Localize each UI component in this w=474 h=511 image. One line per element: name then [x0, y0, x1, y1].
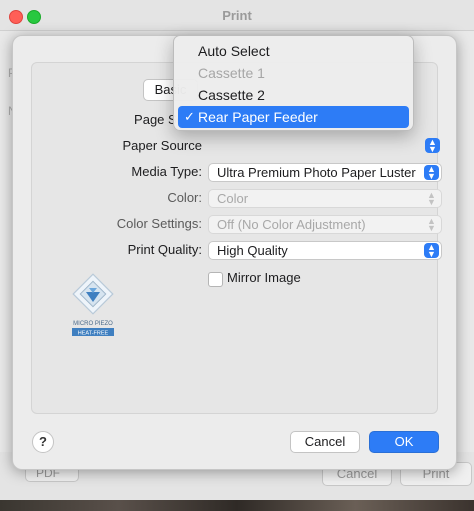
color-settings-value: Off (No Color Adjustment)	[217, 217, 366, 232]
chevron-updown-icon: ▲ ▼	[425, 138, 440, 154]
cancel-button[interactable]: Cancel	[290, 431, 360, 453]
media-type-popup[interactable]: Ultra Premium Photo Paper Luster ▲ ▼	[208, 163, 442, 182]
logo-text-line2: HEAT-FREE	[78, 331, 109, 337]
color-value: Color	[217, 191, 249, 206]
media-type-value: Ultra Premium Photo Paper Luster	[217, 165, 416, 180]
chevron-updown-icon: ▲ ▼	[427, 216, 436, 233]
menu-item-label: Rear Paper Feeder	[198, 109, 318, 125]
menu-item-label: Auto Select	[198, 43, 270, 59]
print-quality-popup[interactable]: High Quality ▲ ▼	[208, 241, 442, 260]
print-quality-value: High Quality	[217, 243, 288, 258]
paper-source-menu: Auto Select Cassette 1 Cassette 2 ✓ Rear…	[173, 35, 414, 131]
menu-item-rear-paper-feeder[interactable]: ✓ Rear Paper Feeder	[178, 106, 409, 128]
media-type-label: Media Type:	[131, 164, 202, 179]
menu-item-cassette-1: Cassette 1	[178, 62, 409, 84]
checkmark-icon: ✓	[184, 109, 195, 124]
help-button[interactable]: ?	[32, 431, 54, 453]
menu-item-label: Cassette 2	[198, 87, 265, 103]
logo-text-line1: MICRO PIEZO	[73, 321, 113, 327]
mirror-image-label: Mirror Image	[227, 270, 301, 285]
window-title: Print	[222, 8, 252, 23]
color-settings-popup: Off (No Color Adjustment) ▲ ▼	[208, 215, 442, 234]
desktop-background-strip	[0, 500, 474, 511]
color-label: Color:	[167, 190, 202, 205]
print-quality-label: Print Quality:	[127, 242, 202, 257]
paper-source-label: Paper Source	[122, 138, 203, 153]
chevron-updown-icon: ▲ ▼	[424, 243, 439, 259]
menu-item-auto-select[interactable]: Auto Select	[178, 40, 409, 62]
menu-item-label: Cassette 1	[198, 65, 265, 81]
title-bar: Print	[0, 0, 474, 31]
menu-item-cassette-2[interactable]: Cassette 2	[178, 84, 409, 106]
mirror-image-checkbox[interactable]	[208, 272, 223, 287]
chevron-updown-icon: ▲ ▼	[424, 165, 439, 181]
color-settings-label: Color Settings:	[116, 216, 202, 231]
micro-piezo-logo: MICRO PIEZO HEAT-FREE	[70, 273, 116, 337]
paper-source-popup[interactable]: ▲ ▼	[208, 137, 442, 156]
ok-button[interactable]: OK	[369, 431, 439, 453]
color-popup: Color ▲ ▼	[208, 189, 442, 208]
chevron-updown-icon: ▲ ▼	[427, 190, 436, 207]
